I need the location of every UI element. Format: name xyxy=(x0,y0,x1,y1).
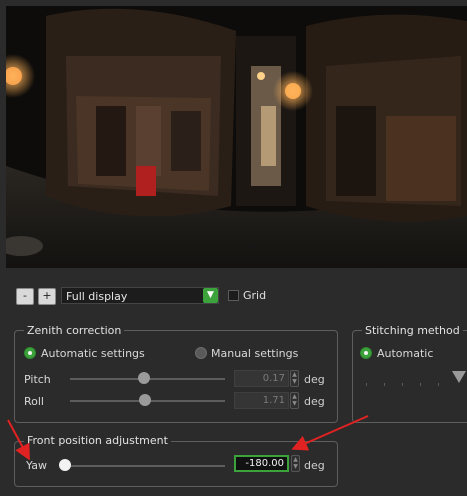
stitching-tick xyxy=(438,383,439,386)
panorama-image xyxy=(6,6,467,268)
pitch-slider-thumb[interactable] xyxy=(138,372,150,384)
zenith-correction-title: Zenith correction xyxy=(24,324,125,337)
stitching-automatic-label: Automatic xyxy=(377,347,434,360)
grid-checkbox[interactable] xyxy=(228,290,239,301)
display-mode-value: Full display xyxy=(66,290,128,303)
yaw-unit: deg xyxy=(304,459,325,472)
panorama-preview[interactable] xyxy=(6,6,467,268)
zoom-in-button[interactable]: + xyxy=(38,288,56,305)
pitch-unit: deg xyxy=(304,373,325,386)
pitch-spinner[interactable]: ▲ ▼ xyxy=(290,370,299,387)
roll-value-field[interactable]: 1.71 xyxy=(234,392,289,409)
yaw-spinner[interactable]: ▲ ▼ xyxy=(291,455,300,472)
yaw-slider-track[interactable] xyxy=(65,465,225,467)
front-position-title: Front position adjustment xyxy=(24,434,171,447)
stitching-tick xyxy=(402,383,403,386)
automatic-settings-label: Automatic settings xyxy=(41,347,145,360)
grid-label: Grid xyxy=(243,289,267,302)
stitching-tick xyxy=(420,383,421,386)
stitching-method-group xyxy=(352,330,467,423)
roll-unit: deg xyxy=(304,395,325,408)
automatic-settings-radio[interactable] xyxy=(24,347,36,359)
pitch-value-field[interactable]: 0.17 xyxy=(234,370,289,387)
stitching-automatic-radio[interactable] xyxy=(360,347,372,359)
roll-label: Roll xyxy=(24,395,44,408)
display-toolbar: - + Full display ▼ Grid xyxy=(0,286,467,306)
display-mode-select[interactable]: Full display ▼ xyxy=(61,287,219,304)
yaw-slider-thumb[interactable] xyxy=(59,459,71,471)
roll-spinner[interactable]: ▲ ▼ xyxy=(290,392,299,409)
manual-settings-label: Manual settings xyxy=(211,347,299,360)
manual-settings-radio[interactable] xyxy=(195,347,207,359)
pitch-label: Pitch xyxy=(24,373,51,386)
yaw-value-field[interactable]: -180.00 xyxy=(234,455,289,472)
stitching-method-title: Stitching method xyxy=(362,324,463,337)
yaw-label: Yaw xyxy=(26,459,47,472)
roll-slider-thumb[interactable] xyxy=(139,394,151,406)
stitching-tick xyxy=(384,383,385,386)
stitching-slider-thumb[interactable] xyxy=(452,371,466,383)
stitching-tick xyxy=(366,383,367,386)
zoom-out-button[interactable]: - xyxy=(16,288,34,305)
chevron-down-icon[interactable]: ▼ xyxy=(203,288,218,303)
